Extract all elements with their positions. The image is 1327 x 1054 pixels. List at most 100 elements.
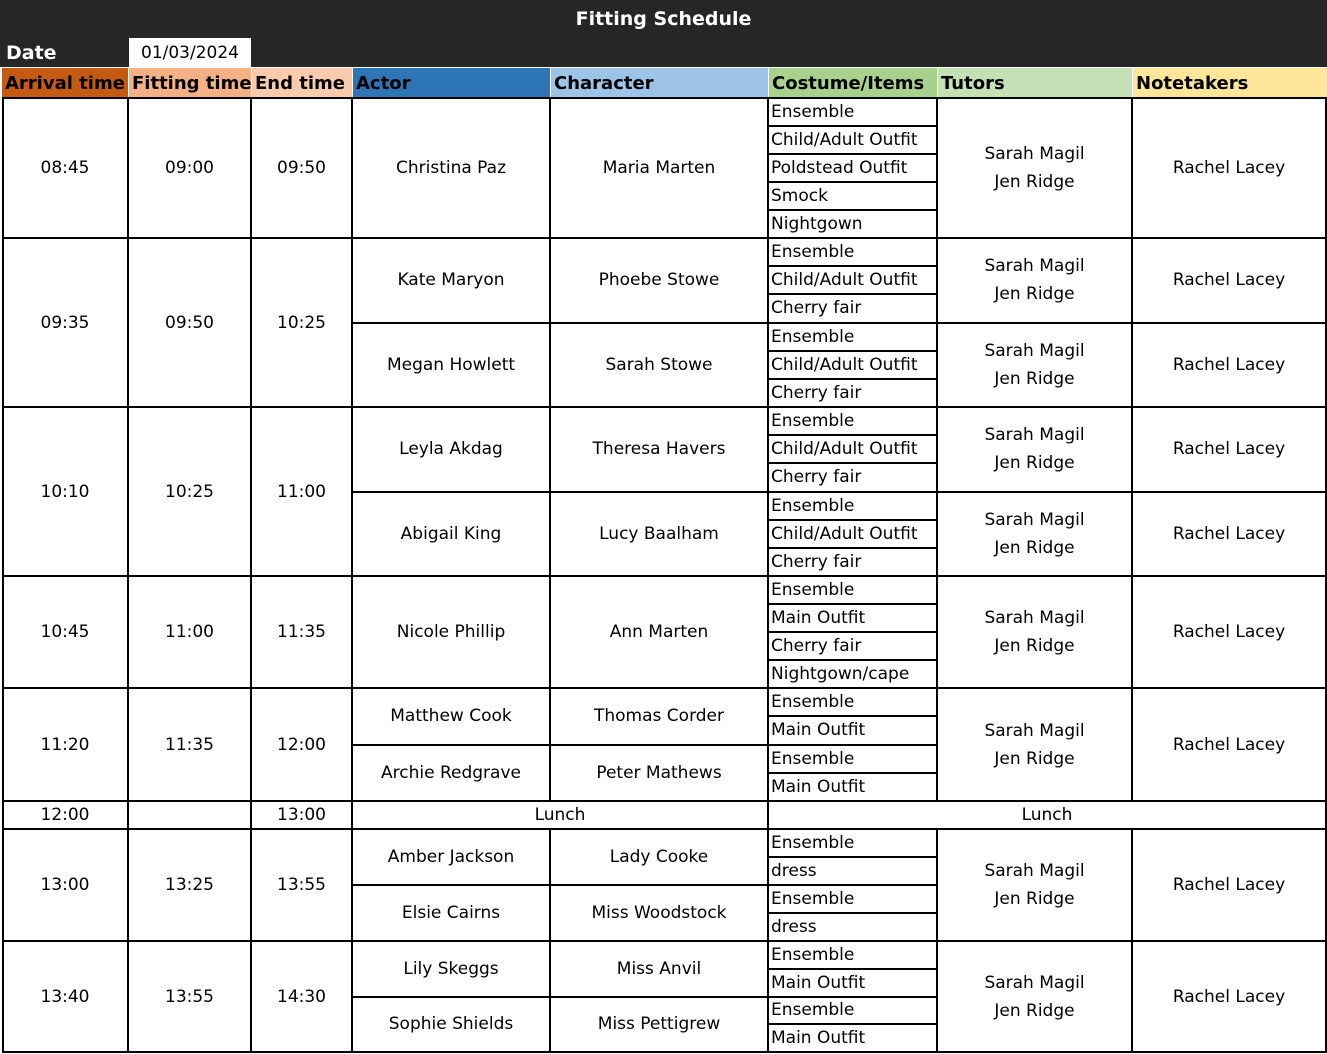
costume-item: Nightgown [771, 214, 863, 234]
end-time: 14:30 [277, 986, 326, 1007]
tutor-name: Jen Ridge [994, 537, 1075, 558]
grid-line [351, 688, 353, 801]
tutor-names: Sarah Magil Jen Ridge [937, 323, 1132, 408]
grid-line [767, 407, 769, 576]
fitting-time: 13:55 [165, 986, 214, 1007]
costume-item: Ensemble [771, 1000, 855, 1021]
grid-line [767, 688, 769, 801]
arrival-time: 12:00 [40, 805, 90, 825]
tutor-name: Sarah Magil [984, 425, 1085, 446]
grid-line [767, 829, 769, 941]
notetaker-name: Rachel Lacey [1172, 270, 1286, 291]
item-divider [768, 377, 938, 380]
header-bottom-border [2, 97, 1327, 99]
grid-line [351, 98, 353, 238]
arrival-time: 10:45 [40, 622, 90, 642]
item-divider [768, 153, 938, 155]
grid-line [767, 98, 769, 238]
character-name: Lady Cooke [609, 847, 709, 867]
end-time: 09:50 [277, 158, 326, 178]
fitting-time: 13:25 [165, 875, 214, 895]
fitting-time: 11:00 [165, 622, 214, 642]
grid-line [936, 576, 938, 688]
grid-line [936, 941, 938, 1052]
costume-item: Child/Adult Outfit [771, 439, 918, 460]
costume-item: Ensemble [771, 580, 855, 600]
notetaker-name: Rachel Lacey [1172, 986, 1286, 1007]
costume-item: Child/Adult Outfit [771, 354, 918, 375]
costume-item: Ensemble [771, 242, 855, 263]
actor-divider [352, 321, 769, 324]
tutor-names: Sarah Magil Jen Ridge [937, 238, 1132, 323]
grid-line [549, 407, 551, 576]
costume-item: Cherry fair [771, 551, 862, 572]
character-name: Sarah Stowe [605, 354, 713, 375]
grid-line [1131, 829, 1133, 941]
tutor-names: Sarah Magil Jen Ridge [937, 98, 1132, 238]
item-divider [768, 631, 938, 633]
grid-line [250, 98, 252, 238]
grid-line [351, 801, 353, 829]
costume-item: Ensemble [771, 748, 855, 769]
costume-item: Cherry fair [771, 467, 862, 488]
end-time: 13:55 [277, 875, 326, 895]
item-divider [768, 603, 938, 605]
costume-item: Main Outfit [771, 1028, 866, 1049]
grid-line [549, 688, 551, 801]
grid-line [127, 407, 129, 576]
actor-name: Kate Maryon [397, 270, 505, 291]
actor-divider [352, 743, 769, 746]
costume-item: Smock [771, 186, 828, 206]
header-arrival-time: Arrival time [2, 68, 128, 98]
left-border [2, 98, 4, 1053]
grid-line [351, 238, 353, 407]
grid-line [549, 576, 551, 688]
header-actor: Actor [353, 68, 550, 98]
header-fitting-time: Fitting time [129, 68, 251, 98]
header-costume-items: Costume/Items [769, 68, 937, 98]
tutor-names: Sarah Magil Jen Ridge [937, 941, 1132, 1052]
actor-name: Megan Howlett [386, 354, 516, 375]
character-name: Lucy Baalham [599, 523, 719, 544]
character-name: Peter Mathews [596, 762, 722, 783]
actor-name: Elsie Cairns [401, 903, 501, 923]
costume-item: Cherry fair [771, 636, 862, 656]
end-time: 11:35 [277, 622, 326, 642]
arrival-time: 08:45 [40, 158, 90, 178]
tutor-names: Sarah Magil Jen Ridge [937, 576, 1132, 688]
grid-line [127, 941, 129, 1052]
grid-line [767, 801, 769, 829]
fitting-time: 09:00 [165, 158, 214, 178]
end-time: 11:00 [277, 481, 326, 502]
costume-item: Ensemble [771, 495, 855, 516]
header-tutors: Tutors [938, 68, 1132, 98]
date-input[interactable]: 01/03/2024 [129, 38, 251, 67]
grid-line [1131, 576, 1133, 688]
costume-item: dress [771, 861, 817, 881]
grid-line [250, 941, 252, 1052]
costume-item: Ensemble [771, 692, 855, 713]
fitting-time [128, 801, 251, 829]
character-name: Miss Woodstock [591, 903, 727, 923]
header-character: Character [551, 68, 768, 98]
item-divider [768, 856, 938, 858]
item-divider [768, 490, 938, 493]
grid-line [767, 238, 769, 407]
tutor-name: Jen Ridge [994, 284, 1075, 305]
tutor-name: Sarah Magil [984, 340, 1085, 361]
item-divider [768, 293, 938, 296]
grid-line [250, 238, 252, 407]
costume-item: Main Outfit [771, 972, 866, 993]
costume-item: Main Outfit [771, 608, 866, 628]
notetaker-name: Rachel Lacey [1172, 439, 1286, 460]
grid-line [127, 98, 129, 238]
grid-line [1131, 688, 1133, 801]
header-end-time: End time [252, 68, 352, 98]
grid-line [351, 941, 353, 1052]
item-divider [768, 884, 938, 886]
actor-name: Lily Skeggs [403, 958, 499, 979]
header-notetakers: Notetakers [1133, 68, 1327, 98]
tutor-name: Jen Ridge [994, 1000, 1075, 1021]
grid-line [767, 941, 769, 1052]
item-divider [768, 518, 938, 521]
